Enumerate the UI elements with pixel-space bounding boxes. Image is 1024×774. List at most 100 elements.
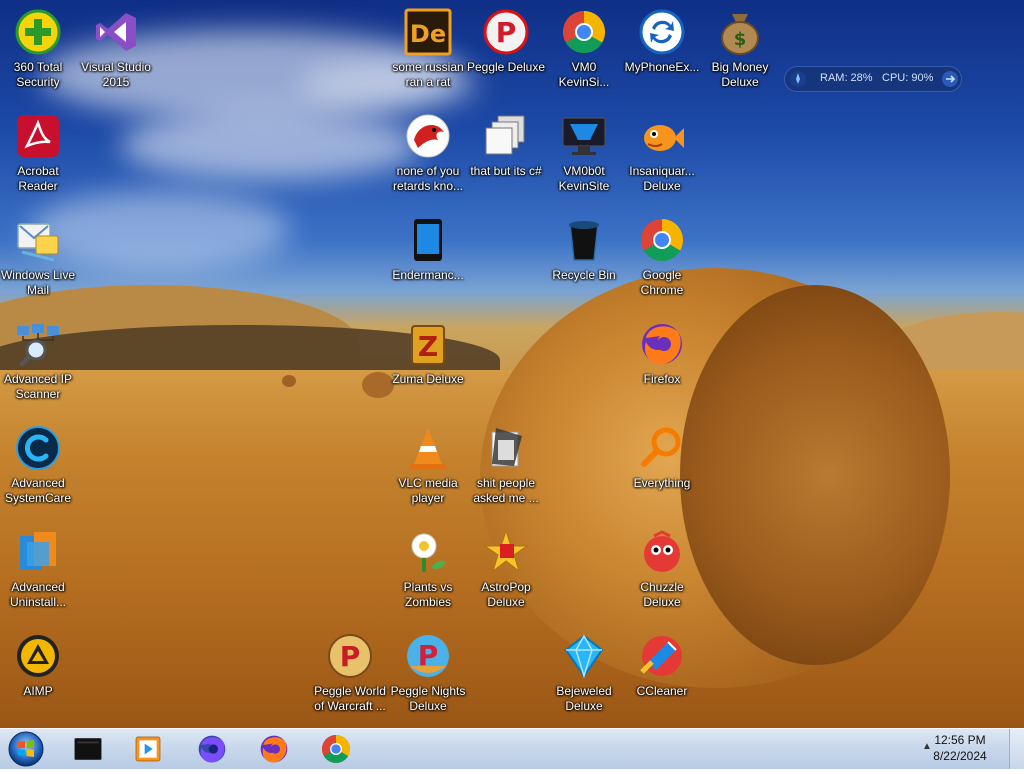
pvz-icon	[404, 528, 452, 576]
desktop-icon-label: Chuzzle Deluxe	[640, 580, 684, 609]
desktop-icon-label: MyPhoneEx...	[624, 60, 700, 74]
desktop-icon[interactable]: Endermanc...	[388, 210, 468, 306]
rocket-icon	[790, 71, 806, 87]
recycle-bin-icon	[560, 216, 608, 264]
desktop-icon[interactable]: Plants vs Zombies	[388, 522, 468, 618]
taskbar-firefox-nightly-button[interactable]	[186, 731, 238, 767]
desktop-icon-label: Advanced SystemCare	[4, 476, 72, 505]
peggle-wow-icon: P	[326, 632, 374, 680]
desktop-icon-label: Peggle Deluxe	[466, 60, 546, 74]
desktop-icon[interactable]: P Peggle Deluxe	[466, 2, 546, 98]
desktop-icon-label: that but its c#	[470, 164, 542, 178]
show-desktop-button[interactable]	[1009, 729, 1024, 769]
desktop-icon-label: Recycle Bin	[552, 268, 616, 282]
media-player-icon	[135, 736, 161, 762]
desktop-icon-label: CCleaner	[636, 684, 688, 698]
desktop-icon[interactable]: Google Chrome	[622, 210, 702, 306]
ccleaner-icon	[638, 632, 686, 680]
desktop-icon[interactable]: that but its c#	[466, 106, 546, 202]
firefox-icon	[260, 735, 288, 763]
desktop-icon-label: Firefox	[643, 372, 681, 386]
desktop-icon[interactable]: Acrobat Reader	[0, 106, 78, 202]
desktop-icon[interactable]: Advanced Uninstall...	[0, 522, 78, 618]
desktop-icon-label: VM0 KevinSi...	[558, 60, 610, 89]
money-bag-icon: $	[716, 8, 764, 56]
desktop-icon-label: Peggle Nights Deluxe	[390, 684, 466, 713]
cpu-usage: CPU: 90%	[882, 72, 934, 84]
arrow-right-icon[interactable]	[942, 71, 958, 87]
desktop-icon-label: Bejeweled Deluxe	[556, 684, 612, 713]
shortcut-windows-icon	[482, 112, 530, 160]
desktop-icon-label: Endermanc...	[392, 268, 464, 282]
desktop-icon[interactable]: Insaniquar... Deluxe	[622, 106, 702, 202]
everything-search-icon	[638, 424, 686, 472]
desktop-icon-label: AIMP	[23, 684, 53, 698]
desktop-icon[interactable]: Visual Studio 2015	[76, 2, 156, 98]
desktop-icon[interactable]: Advanced IP Scanner	[0, 314, 78, 410]
taskbar-terminal-button[interactable]	[62, 731, 114, 767]
clock-date: 8/22/2024	[933, 749, 987, 763]
desktop-icon-label: Advanced IP Scanner	[3, 372, 73, 401]
windows-live-mail-icon	[14, 216, 62, 264]
desktop-icon-label: Big Money Deluxe	[711, 60, 769, 89]
desktop-icon-label: VLC media player	[398, 476, 458, 505]
desktop-icon[interactable]: shit people asked me ...	[466, 418, 546, 514]
zuma-icon: Z	[404, 320, 452, 368]
clock[interactable]: 12:56 PM 8/22/2024	[920, 732, 1000, 764]
desktop-icon-label: 360 Total Security	[13, 60, 63, 89]
acrobat-icon	[14, 112, 62, 160]
desktop-icon[interactable]: Chuzzle Deluxe	[622, 522, 702, 618]
desktop-icon[interactable]: 360 Total Security	[0, 2, 78, 98]
desktop-icon[interactable]: VLC media player	[388, 418, 468, 514]
desktop-icon[interactable]: none of you retards kno...	[388, 106, 468, 202]
taskbar-chrome-button[interactable]	[310, 731, 362, 767]
bejeweled-icon	[560, 632, 608, 680]
desktop-icon[interactable]: AIMP	[0, 626, 78, 722]
ip-scanner-icon	[14, 320, 62, 368]
desktop-icon[interactable]: Windows Live Mail	[0, 210, 78, 306]
desktop-icon[interactable]: CCleaner	[622, 626, 702, 722]
desktop-icon[interactable]: P Peggle World of Warcraft ...	[310, 626, 390, 722]
desktop-icon[interactable]: Bejeweled Deluxe	[544, 626, 624, 722]
visual-studio-icon	[92, 8, 140, 56]
desktop-icon[interactable]: Recycle Bin	[544, 210, 624, 306]
taskbar-media-player-button[interactable]	[122, 731, 174, 767]
vm-monitor-icon	[560, 112, 608, 160]
system-monitor-gadget[interactable]: RAM: 28% CPU: 90%	[784, 66, 962, 92]
desktop-icon-label: Advanced Uninstall...	[9, 580, 67, 609]
aimp-icon	[14, 632, 62, 680]
desktop-icon-label: shit people asked me ...	[473, 476, 539, 505]
desktop-icon[interactable]: Firefox	[622, 314, 702, 410]
desktop-icon[interactable]: Advanced SystemCare	[0, 418, 78, 514]
svg-text:Z: Z	[418, 330, 438, 363]
chrome-icon	[560, 8, 608, 56]
terminal-icon	[74, 738, 102, 760]
taskbar-firefox-button[interactable]	[248, 731, 300, 767]
start-button[interactable]	[4, 729, 48, 769]
desktop-icon-label: Everything	[633, 476, 691, 490]
desktop-icon-label: none of you retards kno...	[392, 164, 464, 193]
ram-usage: RAM: 28%	[820, 72, 873, 84]
chrome-icon	[321, 735, 351, 764]
desktop-icon[interactable]: VM0b0t KevinSite	[544, 106, 624, 202]
astropop-icon	[482, 528, 530, 576]
desktop-icon[interactable]: VM0 KevinSi...	[544, 2, 624, 98]
svg-text:P: P	[340, 640, 361, 673]
desktop-icon-label: Peggle World of Warcraft ...	[314, 684, 386, 713]
desktop-icon[interactable]: Everything	[622, 418, 702, 514]
taskbar: ▲ 12:56 PM 8/22/2024	[0, 728, 1024, 769]
desktop-icon[interactable]: P Peggle Nights Deluxe	[388, 626, 468, 722]
desktop-icon[interactable]: MyPhoneEx...	[622, 2, 702, 98]
insaniquarium-icon	[638, 112, 686, 160]
desktop-icon[interactable]: AstroPop Deluxe	[466, 522, 546, 618]
de-app-icon: De	[404, 8, 452, 56]
svg-text:$: $	[734, 29, 747, 50]
svg-text:P: P	[496, 16, 517, 49]
desktop-icon-label: Windows Live Mail	[0, 268, 76, 297]
desktop-icon[interactable]: Z Zuma Deluxe	[388, 314, 468, 410]
svg-text:De: De	[410, 20, 446, 48]
desktop-icon-label: VM0b0t KevinSite	[558, 164, 610, 193]
chuzzle-icon	[638, 528, 686, 576]
desktop-icon[interactable]: De some russian ran a rat	[388, 2, 468, 98]
desktop-icon[interactable]: $ Big Money Deluxe	[700, 2, 780, 98]
